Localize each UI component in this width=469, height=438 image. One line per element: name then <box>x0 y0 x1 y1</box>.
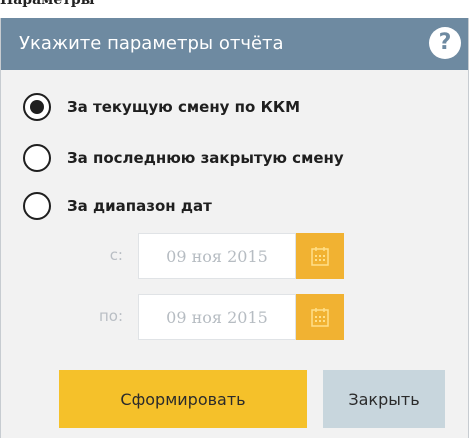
option-last-closed-shift-label: За последнюю закрытую смену <box>67 149 344 167</box>
date-to-row: по: 09 ноя 2015 <box>1 294 468 340</box>
option-date-range-label: За диапазон дат <box>67 197 212 215</box>
help-icon[interactable]: ? <box>429 27 461 59</box>
calendar-icon <box>311 247 329 266</box>
dialog-titlebar: Укажите параметры отчёта ? <box>1 18 468 70</box>
date-to-label: по: <box>98 307 123 325</box>
calendar-icon <box>311 308 329 327</box>
option-last-closed-shift[interactable]: За последнюю закрытую смену <box>23 140 344 176</box>
date-to-input[interactable]: 09 ноя 2015 <box>138 294 296 340</box>
close-button[interactable]: Закрыть <box>323 370 445 428</box>
date-from-label: с: <box>109 246 123 264</box>
date-from-row: с: 09 ноя 2015 <box>1 233 468 279</box>
date-to-calendar-button[interactable] <box>296 294 344 340</box>
generate-button[interactable]: Сформировать <box>59 370 307 428</box>
radio-last-closed-shift[interactable] <box>23 144 51 172</box>
radio-date-range[interactable] <box>23 192 51 220</box>
option-current-shift[interactable]: За текущую смену по ККМ <box>23 89 300 125</box>
radio-current-shift[interactable] <box>23 93 51 121</box>
dialog-title: Укажите параметры отчёта <box>19 33 284 54</box>
date-from-calendar-button[interactable] <box>296 233 344 279</box>
date-from-input[interactable]: 09 ноя 2015 <box>138 233 296 279</box>
option-date-range[interactable]: За диапазон дат <box>23 188 212 224</box>
top-strip-cut-text: Параметры <box>0 0 469 18</box>
option-current-shift-label: За текущую смену по ККМ <box>67 98 301 116</box>
report-params-dialog: Укажите параметры отчёта ? За текущую см… <box>0 18 469 438</box>
